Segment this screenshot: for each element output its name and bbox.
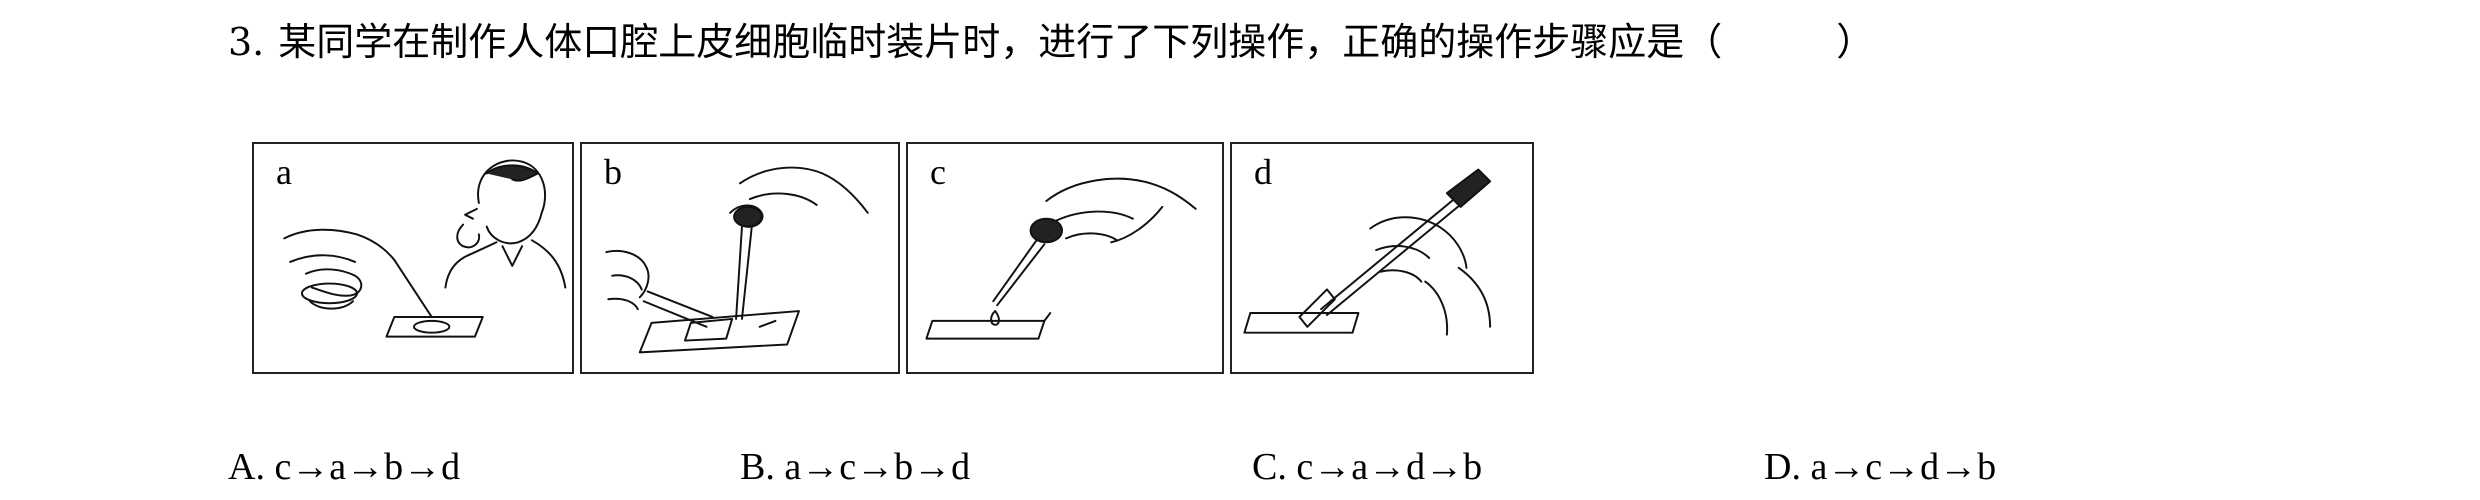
figure-panel-a: a (252, 142, 574, 374)
question-number: 3. (228, 20, 265, 64)
panel-label-d: d (1254, 152, 1272, 192)
figure-panel-d: d (1230, 142, 1534, 374)
question-stem: 3. 某同学在制作人体口腔上皮细胞临时装片时，进行了下列操作，正确的操作步骤应是（… (228, 14, 1874, 70)
option-c[interactable]: C. c→a→d→b (1252, 442, 1482, 492)
cover-glass-illustration (1243, 168, 1492, 336)
question-text: 某同学在制作人体口腔上皮细胞临时装片时，进行了下列操作，正确的操作步骤应是（ ） (278, 20, 1875, 64)
staining-illustration (605, 166, 869, 354)
figure-panel-b: b (580, 142, 900, 374)
panel-label-a: a (276, 152, 292, 192)
panel-label-c: c (930, 152, 946, 192)
option-a[interactable]: A. c→a→b→d (228, 442, 460, 492)
dropping-water-illustration (925, 177, 1197, 340)
answer-options: A. c→a→b→d B. a→c→b→d C. c→a→d→b D. a→c→… (0, 442, 2480, 492)
figure-strip: a b c d (252, 142, 1534, 378)
figure-panel-c: c (906, 142, 1224, 374)
option-b[interactable]: B. a→c→b→d (740, 442, 970, 492)
option-d[interactable]: D. a→c→d→b (1764, 442, 1996, 492)
cheek-scraping-illustration (283, 159, 567, 338)
panel-label-b: b (604, 152, 622, 192)
